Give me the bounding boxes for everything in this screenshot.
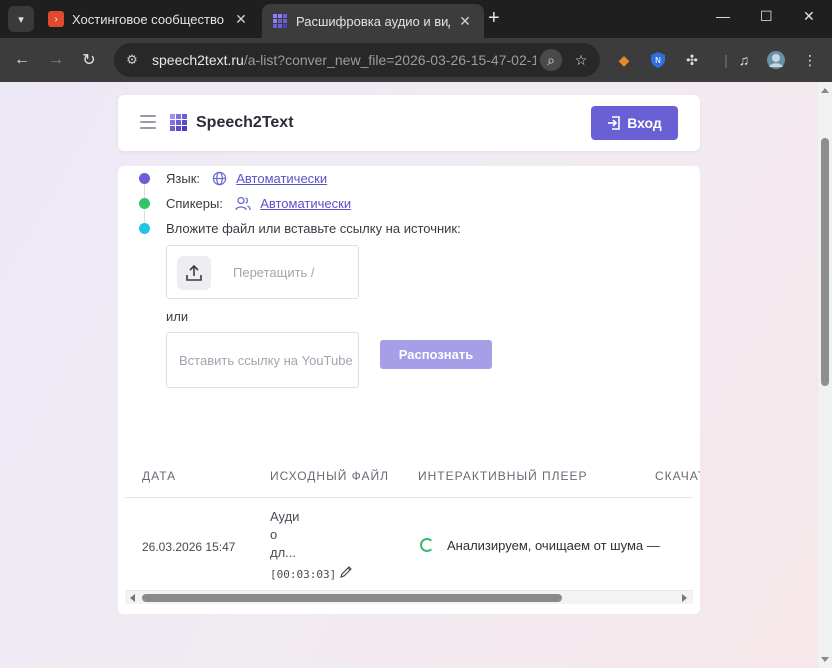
row-status: Анализируем, очищаем от шума — <box>447 538 660 553</box>
upload-card: Язык: Автоматически Спикеры: Автоматичес… <box>118 166 700 614</box>
step-dot-language <box>139 173 150 184</box>
puzzle-extensions-icon[interactable]: ✣ <box>682 50 702 70</box>
profile-avatar[interactable] <box>766 50 786 70</box>
speakers-select[interactable]: Автоматически <box>260 196 351 211</box>
table-row: 26.03.2026 15:47 Ауди о дл... [00:03:03]… <box>125 498 693 590</box>
tab-speech2text[interactable]: Расшифровка аудио и видео в ✕ <box>262 4 484 38</box>
login-icon <box>608 116 620 130</box>
scroll-up-arrow-icon[interactable] <box>821 88 829 93</box>
minimize-button[interactable]: — <box>716 8 730 24</box>
edit-pencil-icon[interactable] <box>339 565 353 579</box>
source-url-input[interactable]: Вставить ссылку на YouTube <box>166 332 359 388</box>
file-dropzone[interactable]: Перетащить / <box>166 245 359 299</box>
shield-extension-icon[interactable]: N <box>648 50 668 70</box>
step-dot-speakers <box>139 198 150 209</box>
login-label: Вход <box>627 115 662 131</box>
scroll-left-arrow-icon[interactable] <box>130 594 135 602</box>
tab-title: Расшифровка аудио и видео в <box>296 13 450 29</box>
tab-strip: ▾ › Хостинговое сообщество «Tim ✕ Расшиф… <box>0 0 832 38</box>
close-icon[interactable]: ✕ <box>232 11 250 28</box>
step-dot-source <box>139 223 150 234</box>
loading-spinner-icon <box>420 538 434 552</box>
people-icon <box>234 196 251 211</box>
more-menu-icon[interactable]: ⋮ <box>800 50 820 70</box>
chevron-down-icon: ▾ <box>18 13 24 26</box>
dropzone-placeholder: Перетащить / <box>233 265 315 280</box>
row-date: 26.03.2026 15:47 <box>142 540 236 554</box>
scroll-thumb[interactable] <box>142 594 562 602</box>
red-arrow-icon: › <box>48 11 64 27</box>
media-controls-icon[interactable]: ♫ <box>734 50 754 70</box>
new-tab-button[interactable]: + <box>488 8 500 28</box>
table-header: ДАТА ИСХОДНЫЙ ФАЙЛ ИНТЕРАКТИВНЫЙ ПЛЕЕР С… <box>125 464 700 498</box>
forward-arrow-icon[interactable]: → <box>44 48 68 72</box>
language-label: Язык: <box>166 171 200 186</box>
brand-name[interactable]: Speech2Text <box>196 114 294 132</box>
scroll-right-arrow-icon[interactable] <box>682 594 687 602</box>
language-select[interactable]: Автоматически <box>236 171 327 186</box>
login-button[interactable]: Вход <box>591 106 678 140</box>
row-duration: [00:03:03] <box>270 568 337 581</box>
speakers-label: Спикеры: <box>166 196 223 211</box>
tab-hosting[interactable]: › Хостинговое сообщество «Tim ✕ <box>38 4 260 34</box>
svg-text:N: N <box>655 56 661 65</box>
column-download: СКАЧАТЬ <box>655 469 700 483</box>
browser-toolbar: ← → ↻ ⚙ speech2text.ru/a-list?conver_new… <box>0 38 832 82</box>
scroll-thumb[interactable] <box>821 138 829 386</box>
globe-icon <box>212 171 226 186</box>
zoom-icon[interactable]: ⌕ <box>540 49 562 71</box>
language-row: Язык: Автоматически <box>166 171 327 186</box>
hamburger-menu-icon[interactable] <box>140 115 156 129</box>
speakers-row: Спикеры: Автоматически <box>166 196 351 211</box>
reload-icon[interactable]: ↻ <box>77 48 101 72</box>
back-arrow-icon[interactable]: ← <box>10 48 34 72</box>
source-label: Вложите файл или вставьте ссылку на исто… <box>166 221 461 236</box>
window-close-button[interactable]: ✕ <box>803 8 815 25</box>
or-label: или <box>166 309 189 324</box>
table-horizontal-scrollbar[interactable] <box>125 590 693 604</box>
upload-icon[interactable] <box>177 256 211 290</box>
close-icon[interactable]: ✕ <box>456 13 474 30</box>
address-bar[interactable]: ⚙ speech2text.ru/a-list?conver_new_file=… <box>114 43 600 77</box>
site-settings-icon[interactable]: ⚙ <box>120 52 144 68</box>
tab-search-button[interactable]: ▾ <box>8 6 34 32</box>
logo-icon <box>170 114 187 131</box>
site-header: Speech2Text Вход <box>118 95 700 151</box>
toolbar-divider: | <box>724 52 728 68</box>
maximize-button[interactable]: ☐ <box>760 8 773 25</box>
scroll-down-arrow-icon[interactable] <box>821 657 829 662</box>
column-source-file: ИСХОДНЫЙ ФАЙЛ <box>270 469 390 483</box>
page-vertical-scrollbar[interactable] <box>818 82 832 668</box>
fox-extension-icon[interactable]: ◆ <box>614 50 634 70</box>
bookmark-star-icon[interactable]: ☆ <box>570 49 592 71</box>
page-viewport: Speech2Text Вход Язык: Автоматически Спи… <box>0 82 818 668</box>
column-date: ДАТА <box>142 469 177 483</box>
row-file-name[interactable]: Ауди о дл... <box>270 508 299 562</box>
column-player: ИНТЕРАКТИВНЫЙ ПЛЕЕР <box>418 469 588 483</box>
tab-title: Хостинговое сообщество «Tim <box>72 11 226 27</box>
url-text[interactable]: speech2text.ru/a-list?conver_new_file=20… <box>152 52 536 68</box>
recognize-button[interactable]: Распознать <box>380 340 492 369</box>
grid-logo-icon <box>272 13 288 29</box>
